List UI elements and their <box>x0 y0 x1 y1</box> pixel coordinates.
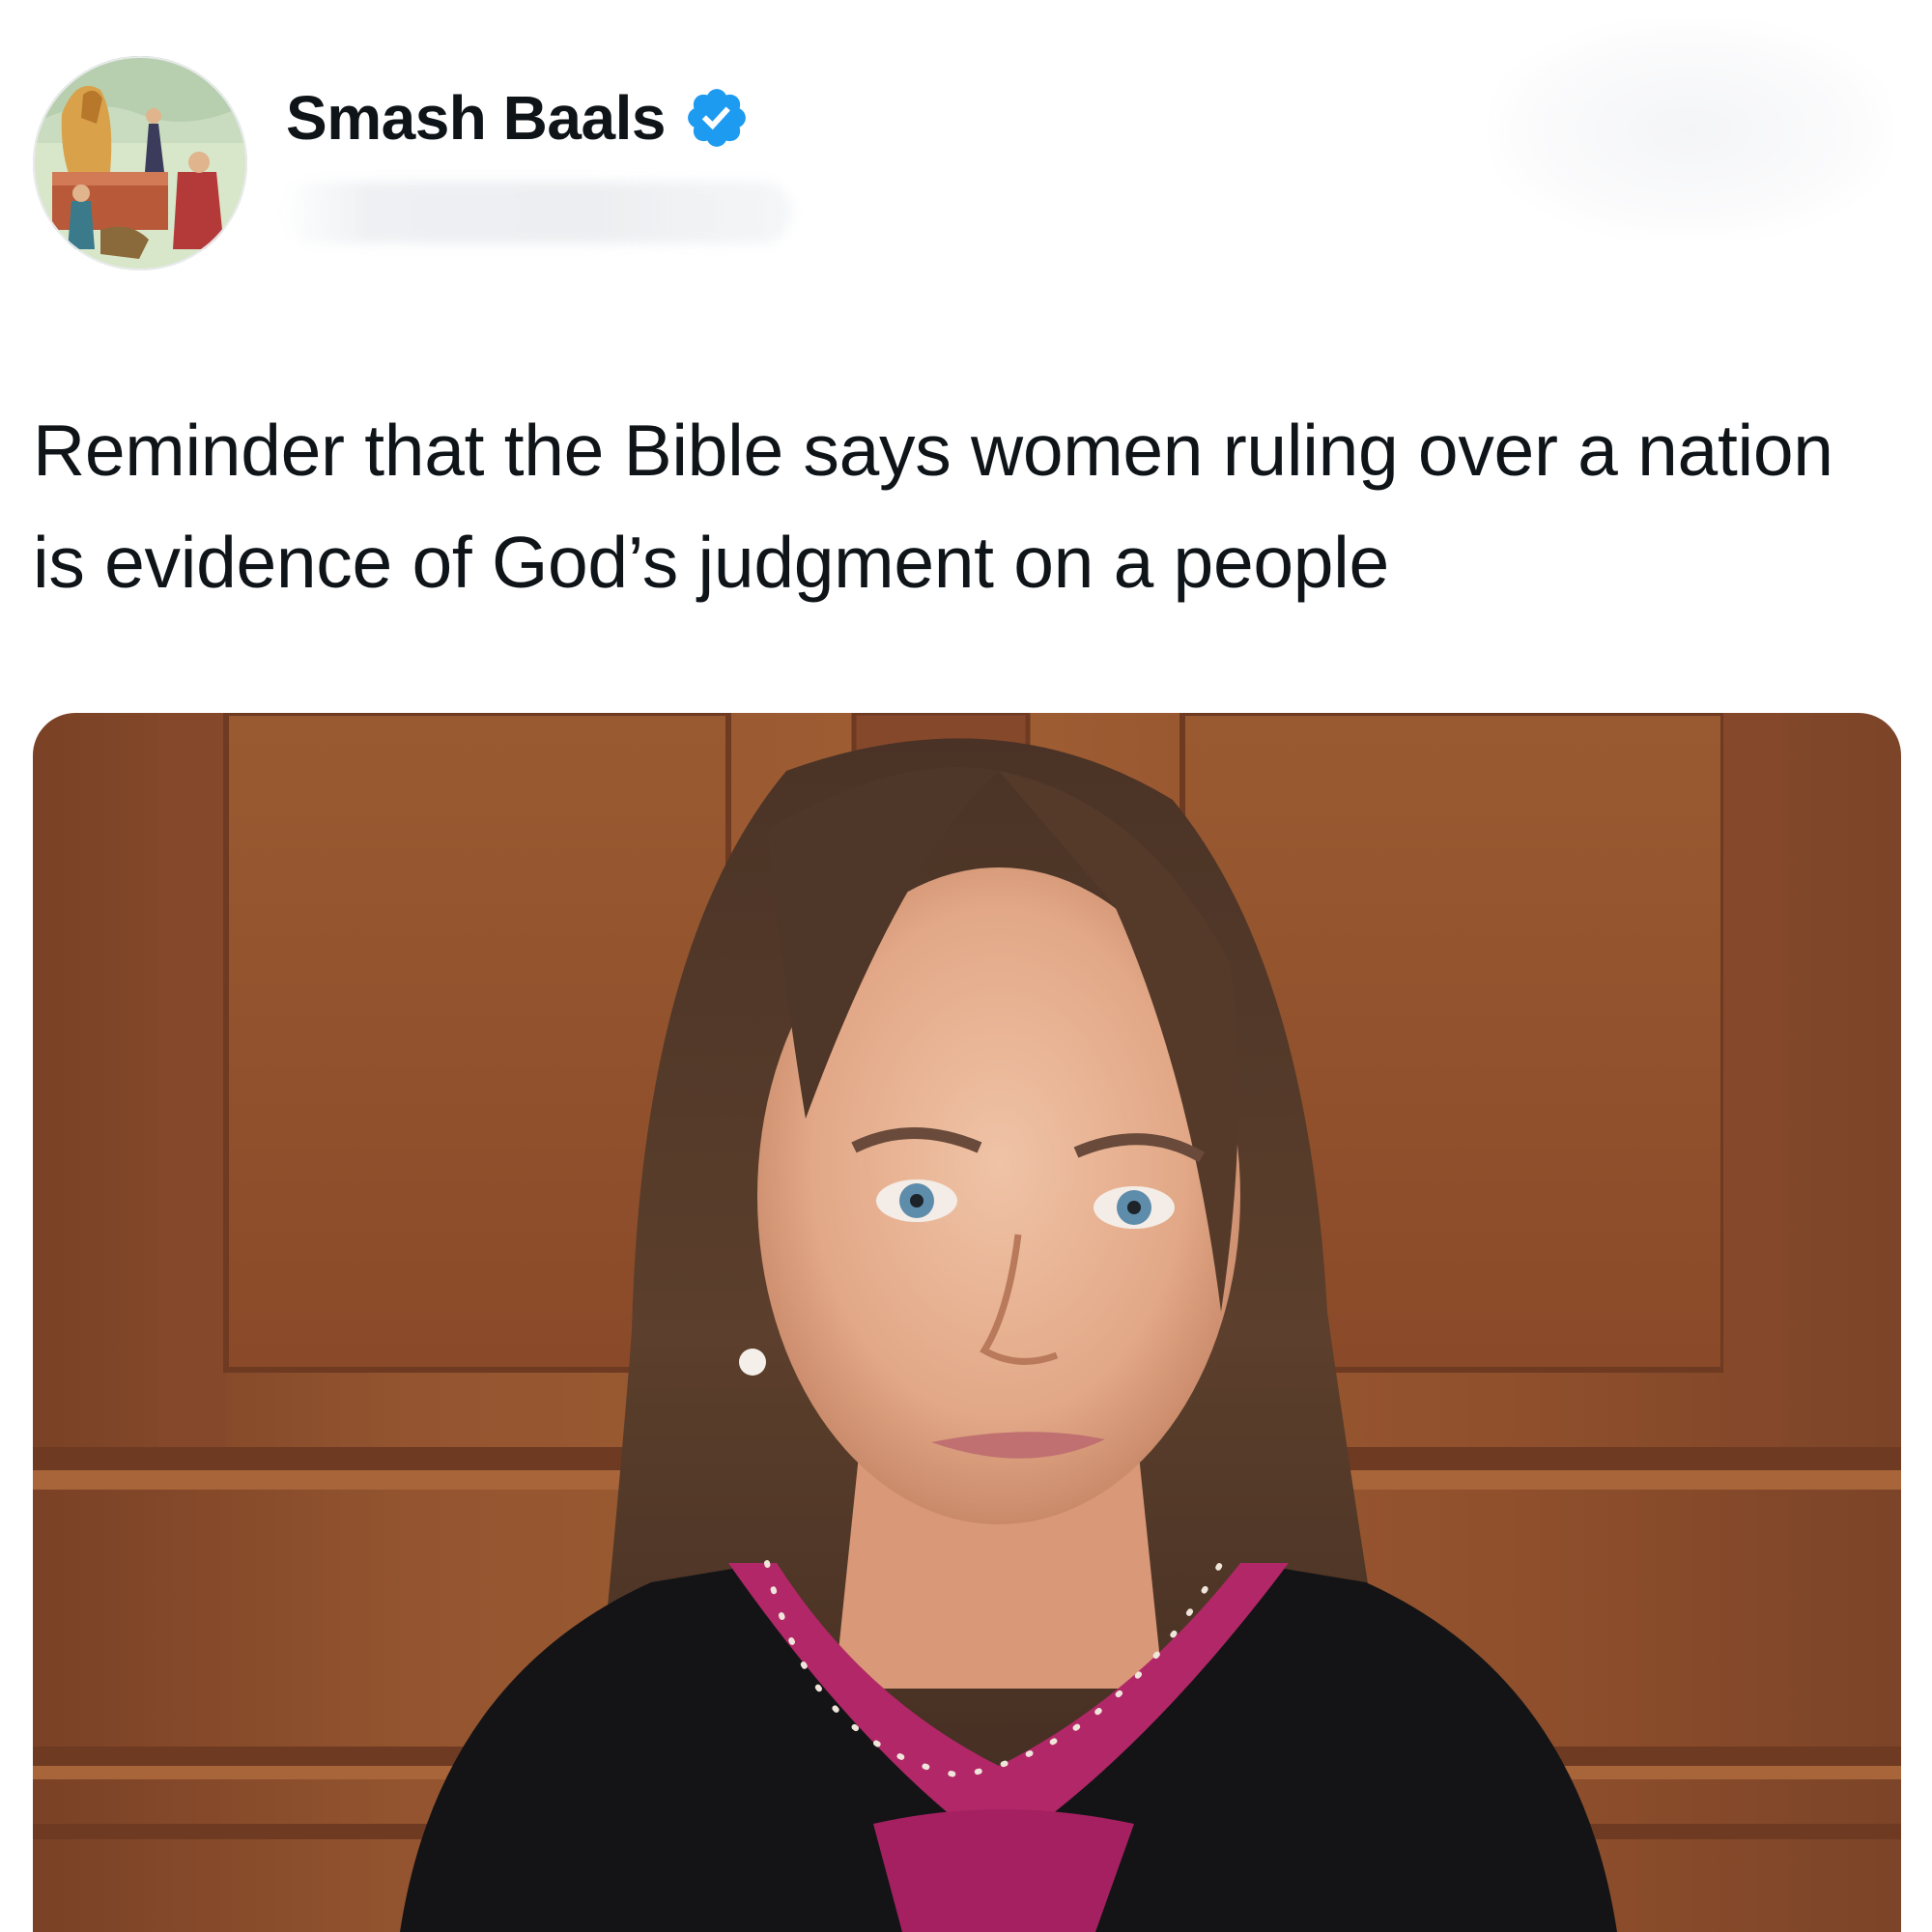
obscured-region <box>1488 19 1893 242</box>
display-name[interactable]: Smash Baals <box>286 87 666 149</box>
avatar[interactable] <box>33 56 247 270</box>
tweet-photo[interactable] <box>33 713 1901 1932</box>
handle-obscured <box>280 182 792 243</box>
author-row: Smash Baals <box>286 79 751 156</box>
tweet: Smash Baals Reminder that the Bible says… <box>0 0 1932 1932</box>
verified-badge-icon <box>688 89 746 147</box>
tweet-text: Reminder that the Bible says women rulin… <box>33 410 1833 603</box>
